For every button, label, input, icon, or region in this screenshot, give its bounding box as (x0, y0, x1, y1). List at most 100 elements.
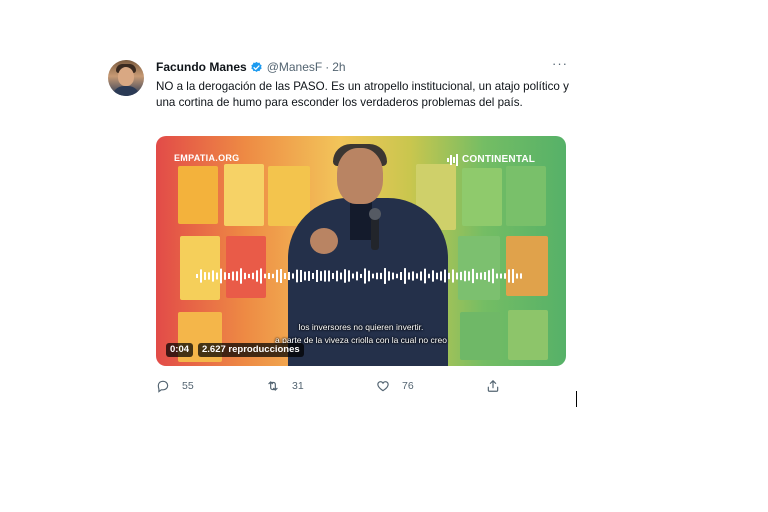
speaker-hand (310, 228, 338, 254)
header-separator: · (325, 60, 330, 74)
video-elapsed-time: 0:04 (166, 343, 194, 357)
waveform-bar (328, 270, 330, 282)
waveform-bar (376, 272, 378, 280)
waveform-bar (472, 268, 474, 284)
waveform-bar (432, 270, 434, 282)
waveform-bar (304, 271, 306, 281)
waveform-bar (404, 268, 406, 284)
waveform-bar (508, 269, 510, 283)
brand-watermark-left: EMPATIA.ORG (174, 153, 240, 163)
waveform-bar (372, 273, 374, 279)
tweet-actions: 55 31 76 (156, 378, 566, 394)
share-icon (487, 380, 499, 392)
waveform-bar (420, 271, 422, 281)
waveform-bar (228, 273, 230, 279)
heart-icon (377, 381, 389, 392)
speaker-shirt (350, 200, 372, 240)
waveform-bar (496, 273, 498, 279)
waveform-bar (348, 270, 350, 282)
waveform-bar (516, 273, 518, 279)
retweet-button[interactable]: 31 (266, 378, 304, 394)
waveform-bar (332, 273, 334, 279)
waveform-bar (300, 269, 302, 283)
waveform-bar (352, 273, 354, 279)
waveform-bar (288, 271, 290, 281)
waveform-bar (324, 270, 326, 282)
waveform-bar (364, 268, 366, 284)
waveform-bar (212, 270, 214, 282)
waveform-bar (400, 271, 402, 281)
tweet-header: Facundo Manes @ManesF · 2h (156, 59, 346, 75)
waveform-bar (444, 269, 446, 283)
waveform-bar (204, 272, 206, 280)
waveform-bar (280, 269, 282, 283)
waveform-bar (296, 269, 298, 283)
tweet-text: NO a la derogación de las PASO. Es un at… (156, 80, 569, 109)
microphone-head (369, 208, 381, 220)
waveform-bar (260, 268, 262, 284)
waveform-bar (356, 271, 358, 281)
video-player[interactable]: EMPATIA.ORG CONTINENTAL los inversores n… (156, 136, 566, 366)
waveform-bar (428, 273, 430, 279)
like-count: 76 (402, 380, 414, 392)
reply-count: 55 (182, 380, 194, 392)
waveform-bar (344, 269, 346, 283)
more-icon[interactable]: ··· (551, 57, 569, 72)
video-view-count: 2.627 reproducciones (198, 343, 304, 357)
waveform-bar (268, 273, 270, 279)
waveform-bar (384, 268, 386, 284)
waveform-bar (396, 273, 398, 279)
waveform-bar (244, 272, 246, 280)
like-button[interactable]: 76 (376, 378, 414, 394)
waveform-bar (500, 273, 502, 279)
waveform-bar (436, 272, 438, 280)
waveform-bar (464, 270, 466, 282)
waveform-bar (412, 271, 414, 281)
waveform-bar (264, 273, 266, 279)
brand-watermark-right: CONTINENTAL (462, 154, 536, 165)
background-poster (462, 168, 502, 226)
reply-button[interactable]: 55 (156, 378, 194, 394)
waveform-bar (492, 268, 494, 284)
waveform-bar (252, 272, 254, 280)
waveform-bar (220, 268, 222, 284)
waveform-bar (316, 269, 318, 283)
background-poster (506, 166, 546, 226)
waveform-bar (448, 272, 450, 280)
waveform-bar (456, 272, 458, 280)
waveform-bar (424, 268, 426, 284)
waveform-bar (468, 271, 470, 281)
waveform-bar (208, 272, 210, 280)
avatar-face (118, 67, 134, 86)
waveform-bar (200, 269, 202, 283)
avatar-suit (112, 86, 140, 96)
waveform-bar (308, 271, 310, 281)
background-poster (178, 166, 218, 224)
share-button[interactable] (486, 378, 512, 394)
waveform-bar (272, 273, 274, 279)
author-handle[interactable]: @ManesF (267, 60, 323, 74)
reply-icon (157, 380, 169, 393)
waveform-bar (256, 270, 258, 282)
avatar[interactable] (108, 60, 144, 96)
waveform-bar (248, 273, 250, 279)
waveform-bar (504, 273, 506, 279)
waveform-bar (408, 272, 410, 280)
video-subtitle-line-1: los inversores no quieren invertir. (298, 322, 424, 332)
continental-logo-icon (447, 154, 458, 166)
audio-waveform (196, 268, 522, 284)
verified-badge-icon (251, 61, 262, 72)
tweet-card[interactable]: Facundo Manes @ManesF · 2h ··· NO a la d… (96, 48, 582, 402)
waveform-bar (360, 273, 362, 279)
tweet-timestamp[interactable]: 2h (332, 60, 345, 74)
waveform-bar (388, 271, 390, 281)
waveform-bar (476, 272, 478, 280)
waveform-bar (460, 271, 462, 281)
waveform-bar (240, 268, 242, 284)
waveform-bar (480, 272, 482, 280)
waveform-bar (312, 273, 314, 279)
waveform-bar (380, 272, 382, 280)
author-name[interactable]: Facundo Manes (156, 60, 247, 74)
waveform-bar (368, 270, 370, 282)
waveform-bar (320, 271, 322, 281)
